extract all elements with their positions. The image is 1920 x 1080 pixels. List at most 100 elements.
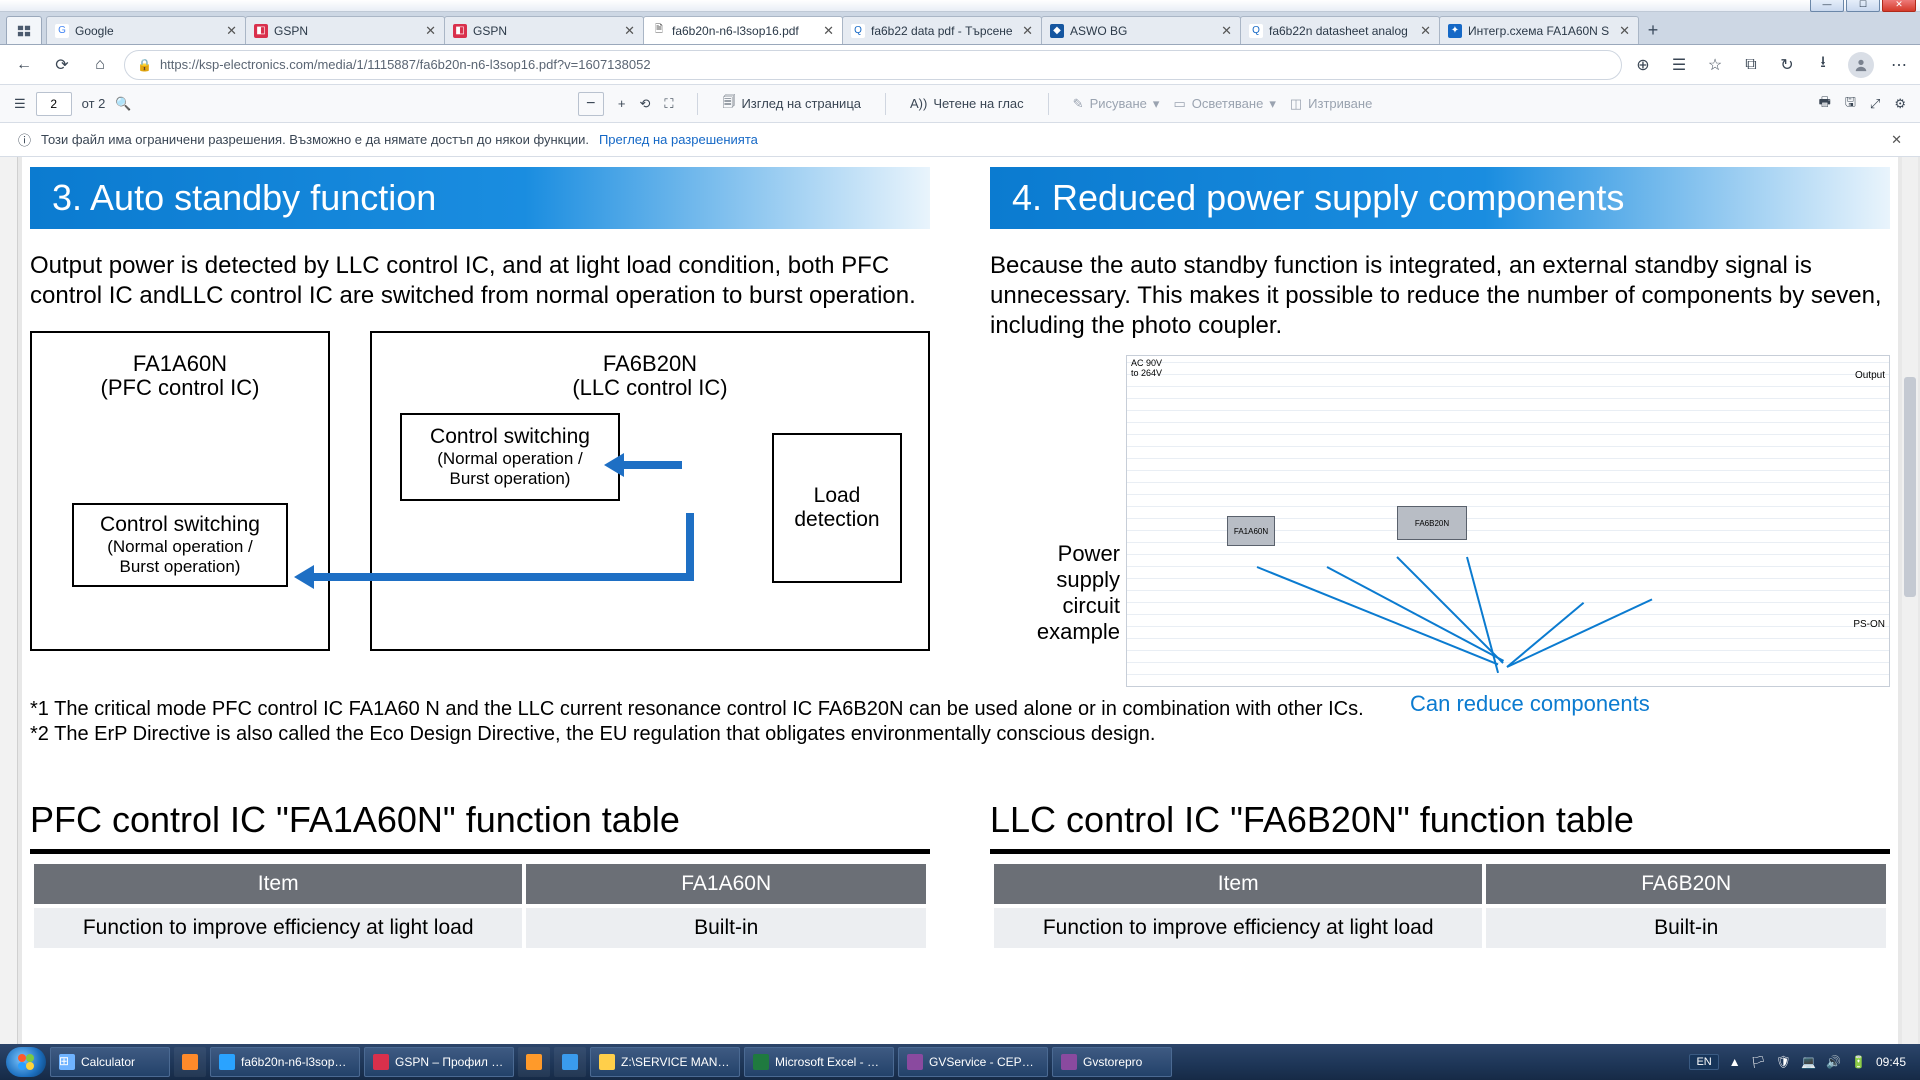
draw-button[interactable]: ✎ Рисуване ▾ [1073, 96, 1160, 112]
window-maximize-button[interactable]: ☐ [1846, 0, 1880, 12]
tray-battery-icon[interactable]: 🔋 [1851, 1055, 1866, 1069]
tray-icon[interactable]: ▲ [1729, 1055, 1741, 1069]
pfc-table-title: PFC control IC "FA1A60N" function table [30, 799, 930, 841]
taskbar-item[interactable]: Microsoft Excel - Opi... [744, 1047, 894, 1077]
ac-label: AC 90V to 264V [1131, 358, 1162, 378]
zoom-in-button[interactable]: + [618, 96, 626, 111]
arrowhead-icon [294, 565, 314, 589]
history-icon[interactable]: ↻ [1776, 54, 1798, 76]
browser-tab[interactable]: ◆ASWO BG✕ [1041, 16, 1241, 44]
taskbar-item-label: Microsoft Excel - Opi... [775, 1055, 885, 1069]
taskbar-item[interactable]: Gvstorepro [1052, 1047, 1172, 1077]
browser-tab[interactable]: Qfa6b22 data pdf - Търсене✕ [842, 16, 1042, 44]
tray-network-icon[interactable]: 💻 [1801, 1055, 1816, 1069]
tab-close-button[interactable]: ✕ [226, 23, 237, 39]
tab-label: GSPN [473, 24, 618, 38]
taskbar-item[interactable]: GSPN – Профил 1 - ... [364, 1047, 514, 1077]
home-button[interactable]: ⌂ [86, 51, 114, 79]
taskbar-item[interactable]: ⊞Calculator [50, 1047, 170, 1077]
taskbar-item-label: GVService - СЕРВИЗ... [929, 1055, 1039, 1069]
pdf-left-gutter [0, 157, 18, 1044]
browser-tab[interactable]: ✦Интегр.схема FA1A60N S✕ [1439, 16, 1639, 44]
llc-sub2: Burst operation) [406, 469, 614, 489]
tab-close-button[interactable]: ✕ [823, 23, 834, 39]
browser-tab[interactable]: Qfa6b22n datasheet analog✕ [1240, 16, 1440, 44]
clock[interactable]: 09:45 [1876, 1055, 1906, 1069]
browser-tab[interactable]: ◧GSPN✕ [444, 16, 644, 44]
erase-button[interactable]: ◫ Изтриване [1290, 96, 1372, 112]
more-button[interactable]: ⋯ [1888, 54, 1910, 76]
read-aloud-button[interactable]: A)) Четене на глас [910, 96, 1024, 111]
vertical-scrollbar[interactable] [1902, 157, 1918, 1044]
back-button[interactable]: ← [10, 51, 38, 79]
browser-tab[interactable]: 🗎 fa6b20n-n6-l3sop16.pdf ✕ [643, 16, 843, 44]
read-mode-icon[interactable]: ☰ [1668, 54, 1690, 76]
rotate-button[interactable]: ⟲ [639, 96, 650, 112]
fit-width-button[interactable]: ⛶ [664, 96, 673, 112]
taskbar-item[interactable] [174, 1047, 206, 1077]
save-button[interactable]: 🖫 [1845, 93, 1856, 115]
find-icon[interactable]: 🔍 [115, 96, 131, 112]
tab-close-button[interactable]: ✕ [1619, 23, 1630, 39]
taskbar-app-icon [526, 1054, 542, 1070]
tab-favicon: 🗎 [652, 24, 666, 38]
collections-icon[interactable]: ⧉ [1740, 54, 1762, 76]
reduce-line [1396, 556, 1503, 663]
section-4-title: 4. Reduced power supply components [990, 167, 1890, 229]
pfc-name: FA1A60N [32, 351, 328, 377]
tab-close-button[interactable]: ✕ [1022, 23, 1033, 39]
address-bar[interactable]: 🔒 https://ksp-electronics.com/media/1/11… [124, 50, 1622, 80]
section-4-body: Because the auto standby function is int… [990, 251, 1890, 341]
page-view-button[interactable]: 🗐 Изглед на страница [722, 93, 861, 115]
zoom-out-button[interactable]: − [578, 92, 604, 116]
tab-close-button[interactable]: ✕ [624, 23, 635, 39]
infobar-link[interactable]: Преглед на разрешенията [599, 132, 758, 147]
downloads-icon[interactable]: ⭳ [1812, 54, 1834, 76]
reduce-line [1507, 598, 1653, 667]
window-close-button[interactable]: ✕ [1882, 0, 1916, 12]
tab-actions-button[interactable] [6, 16, 42, 44]
tab-close-button[interactable]: ✕ [1221, 23, 1232, 39]
tab-close-button[interactable]: ✕ [1420, 23, 1431, 39]
toc-icon[interactable]: ☰ [14, 96, 26, 112]
profile-button[interactable] [1848, 52, 1874, 78]
taskbar-item[interactable] [554, 1047, 586, 1077]
scrollbar-thumb[interactable] [1904, 377, 1916, 597]
taskbar-item[interactable] [518, 1047, 550, 1077]
tab-label: fa6b20n-n6-l3sop16.pdf [672, 24, 817, 38]
page-number-input[interactable] [36, 92, 72, 116]
tab-close-button[interactable]: ✕ [425, 23, 436, 39]
refresh-button[interactable]: ⟳ [48, 51, 76, 79]
zoom-icon[interactable]: ⊕ [1632, 54, 1654, 76]
circuit-diagram: Power supply circuit example AC 90V to 2… [990, 355, 1890, 687]
favorites-icon[interactable]: ☆ [1704, 54, 1726, 76]
start-button[interactable] [6, 1047, 46, 1077]
browser-tab[interactable]: ◧GSPN✕ [245, 16, 445, 44]
pdf-settings-button[interactable]: ⚙ [1894, 96, 1906, 112]
section-3-title: 3. Auto standby function [30, 167, 930, 229]
highlight-button[interactable]: ▭ Осветяване ▾ [1173, 96, 1275, 112]
window-minimize-button[interactable]: — [1810, 0, 1844, 12]
footnote-2: *2 The ErP Directive is also called the … [30, 722, 1890, 747]
llc-function-table: ItemFA6B20N Function to improve efficien… [990, 860, 1890, 952]
infobar-close-button[interactable]: ✕ [1891, 132, 1902, 148]
pdf-page: 3. Auto standby function Output power is… [22, 157, 1898, 1044]
section-3-body: Output power is detected by LLC control … [30, 251, 930, 311]
print-button[interactable]: 🖶 [1819, 93, 1831, 115]
taskbar-item[interactable]: Z:\SERVICE MANUAL... [590, 1047, 740, 1077]
tray-volume-icon[interactable]: 🔊 [1826, 1055, 1841, 1069]
fullscreen-button[interactable]: ⤢ [1870, 96, 1880, 112]
taskbar-app-icon [219, 1054, 235, 1070]
window-titlebar: — ☐ ✕ [0, 0, 1920, 12]
language-indicator[interactable]: EN [1689, 1054, 1718, 1070]
pson-label: PS-ON [1853, 619, 1885, 630]
arrowhead-icon [604, 453, 624, 477]
tray-flag-icon[interactable]: 🏳 [1751, 1055, 1766, 1069]
pfc-sub2: Burst operation) [78, 557, 282, 577]
browser-tab[interactable]: GGoogle✕ [46, 16, 246, 44]
tray-shield-icon[interactable]: 🛡 [1776, 1055, 1791, 1069]
taskbar-item[interactable]: fa6b20n-n6-l3sop16... [210, 1047, 360, 1077]
new-tab-button[interactable]: + [1638, 16, 1668, 44]
td-item: Function to improve efficiency at light … [34, 908, 522, 948]
taskbar-item[interactable]: GVService - СЕРВИЗ... [898, 1047, 1048, 1077]
